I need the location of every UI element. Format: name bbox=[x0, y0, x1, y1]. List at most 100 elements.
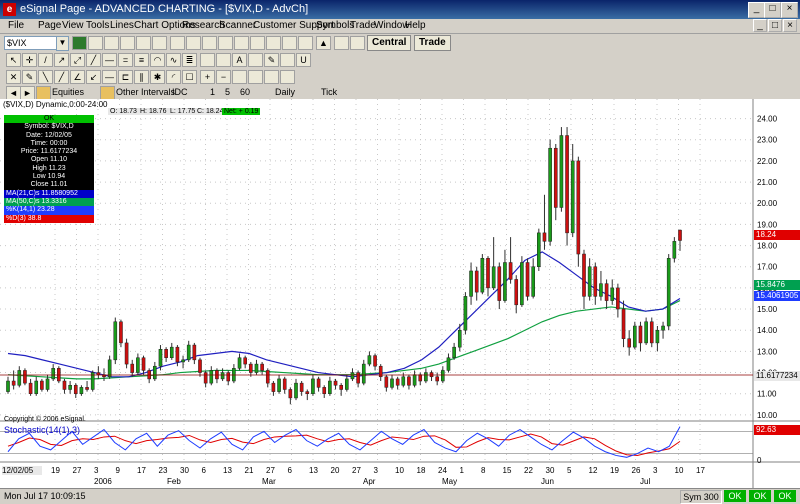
time-sales-icon[interactable] bbox=[170, 36, 185, 50]
draw-icon[interactable]: ✎ bbox=[264, 53, 279, 67]
text-icon[interactable]: A bbox=[232, 53, 247, 67]
fib-icon[interactable]: ≣ bbox=[182, 53, 197, 67]
close-button[interactable]: × bbox=[781, 2, 798, 18]
list-icon[interactable] bbox=[234, 36, 249, 50]
crosshair-icon[interactable]: ✛ bbox=[22, 53, 37, 67]
ray-icon[interactable]: ↗ bbox=[54, 53, 69, 67]
grid-icon[interactable] bbox=[202, 36, 217, 50]
page-icon[interactable] bbox=[88, 36, 103, 50]
zoom-in-icon[interactable]: + bbox=[200, 70, 215, 84]
menu-view[interactable]: View bbox=[62, 20, 84, 31]
symbol-input[interactable]: $VIX bbox=[4, 36, 60, 50]
diag-line-icon[interactable]: ╲ bbox=[38, 70, 53, 84]
zoom-out-icon[interactable]: − bbox=[216, 70, 231, 84]
equities-dropdown[interactable]: Equities bbox=[52, 87, 84, 97]
table-icon[interactable] bbox=[218, 36, 233, 50]
interval-60-button[interactable]: 60 bbox=[240, 87, 250, 97]
daily-button[interactable]: Daily bbox=[275, 87, 295, 97]
idc-button[interactable]: IDC bbox=[172, 87, 188, 97]
window-tile-icon[interactable] bbox=[334, 36, 349, 50]
quote-icon[interactable] bbox=[104, 36, 119, 50]
menu-file[interactable]: File bbox=[8, 20, 24, 31]
interval-1-button[interactable]: 1 bbox=[210, 87, 215, 97]
scanner-icon[interactable] bbox=[266, 36, 281, 50]
alert-icon[interactable] bbox=[250, 36, 265, 50]
date-axis-label: 10 bbox=[675, 466, 684, 475]
regression-icon[interactable]: ≡ bbox=[134, 53, 149, 67]
cycle-icon[interactable]: ∿ bbox=[166, 53, 181, 67]
menu-tools[interactable]: Tools bbox=[86, 20, 109, 31]
channel-icon[interactable]: = bbox=[118, 53, 133, 67]
candle-body bbox=[616, 287, 620, 310]
line-icon[interactable]: / bbox=[38, 53, 53, 67]
x-icon[interactable]: ✕ bbox=[6, 70, 21, 84]
candle-body bbox=[322, 387, 327, 394]
menu-page[interactable]: Page bbox=[38, 20, 61, 31]
study-icon[interactable] bbox=[280, 70, 295, 84]
arc-icon[interactable]: ◠ bbox=[150, 53, 165, 67]
right-arrow-icon[interactable]: ► bbox=[20, 86, 35, 100]
hline-icon[interactable]: — bbox=[102, 70, 117, 84]
menu-scanner[interactable]: Scanner bbox=[219, 20, 256, 31]
trend-icon[interactable]: ╱ bbox=[86, 53, 101, 67]
other-intervals-dropdown[interactable]: Other Intervals bbox=[116, 87, 175, 97]
cursor-icon[interactable]: ↖ bbox=[6, 53, 21, 67]
bracket-icon[interactable]: ⊏ bbox=[118, 70, 133, 84]
portfolio-icon[interactable] bbox=[136, 36, 151, 50]
trade-button[interactable]: Trade bbox=[414, 35, 451, 51]
candle-body bbox=[237, 357, 242, 369]
edit-icon[interactable] bbox=[298, 36, 313, 50]
central-button[interactable]: Central bbox=[367, 35, 412, 51]
erase-icon[interactable] bbox=[280, 53, 295, 67]
folder-icon[interactable] bbox=[36, 86, 51, 100]
interval-5-button[interactable]: 5 bbox=[225, 87, 230, 97]
candle-body bbox=[23, 370, 27, 384]
reset-icon[interactable] bbox=[232, 70, 247, 84]
parallel-icon[interactable]: ∥ bbox=[134, 70, 149, 84]
minimize-button[interactable]: _ bbox=[748, 2, 765, 18]
up-arrow-icon[interactable]: ▲ bbox=[316, 36, 331, 50]
window-icon[interactable] bbox=[152, 36, 167, 50]
chart-area[interactable]: 24.00 23.00 22.00 21.00 20.00 19.00 18.00 17.00… bbox=[0, 99, 800, 489]
candle-body bbox=[582, 253, 586, 297]
date-axis-label: 6 bbox=[202, 466, 207, 475]
menu-symbols[interactable]: Symbols bbox=[316, 20, 354, 31]
fib-ext-icon[interactable] bbox=[216, 53, 231, 67]
fan-icon[interactable] bbox=[248, 53, 263, 67]
extended-line-icon[interactable]: ⤢ bbox=[70, 53, 85, 67]
menu-lines[interactable]: Lines bbox=[110, 20, 134, 31]
status-ok-1: OK bbox=[724, 490, 746, 502]
symbol-dropdown-arrow[interactable]: ▼ bbox=[56, 36, 69, 51]
candle-body bbox=[339, 385, 343, 390]
fib-retrace-icon[interactable] bbox=[200, 53, 215, 67]
child-minimize-button[interactable]: _ bbox=[753, 19, 767, 32]
left-arrow-icon[interactable]: ◄ bbox=[6, 86, 21, 100]
price-axis-label: 24.00 bbox=[757, 115, 778, 124]
chart-style-icon[interactable] bbox=[248, 70, 263, 84]
market-depth-icon[interactable] bbox=[186, 36, 201, 50]
month-axis-label: May bbox=[442, 477, 457, 486]
maximize-button[interactable]: □ bbox=[764, 2, 781, 18]
arrow-icon[interactable]: ↙ bbox=[86, 70, 101, 84]
menu-help[interactable]: Help bbox=[405, 20, 426, 31]
diag-line-2-icon[interactable]: ╱ bbox=[54, 70, 69, 84]
tick-button[interactable]: Tick bbox=[321, 87, 337, 97]
magnet-icon[interactable]: U bbox=[296, 53, 311, 67]
star-icon[interactable]: ✱ bbox=[150, 70, 165, 84]
chart-icon[interactable] bbox=[72, 36, 87, 50]
folder-icon-2[interactable] bbox=[100, 86, 115, 100]
box-icon[interactable]: ☐ bbox=[182, 70, 197, 84]
news-icon[interactable] bbox=[120, 36, 135, 50]
child-restore-button[interactable]: □ bbox=[768, 19, 782, 32]
arc2-icon[interactable]: ◜ bbox=[166, 70, 181, 84]
page-link-icon[interactable] bbox=[350, 36, 365, 50]
candle-body bbox=[305, 391, 310, 394]
pencil-icon[interactable]: ✎ bbox=[22, 70, 37, 84]
price-chart[interactable]: 24.00 23.00 22.00 21.00 20.00 19.00 18.00 17.00… bbox=[0, 99, 800, 489]
menu-trade[interactable]: Trade bbox=[350, 20, 376, 31]
horizontal-line-icon[interactable]: — bbox=[102, 53, 117, 67]
angle-icon[interactable]: ∠ bbox=[70, 70, 85, 84]
lock-icon[interactable] bbox=[282, 36, 297, 50]
interval-icon[interactable] bbox=[264, 70, 279, 84]
child-close-button[interactable]: × bbox=[783, 19, 797, 32]
